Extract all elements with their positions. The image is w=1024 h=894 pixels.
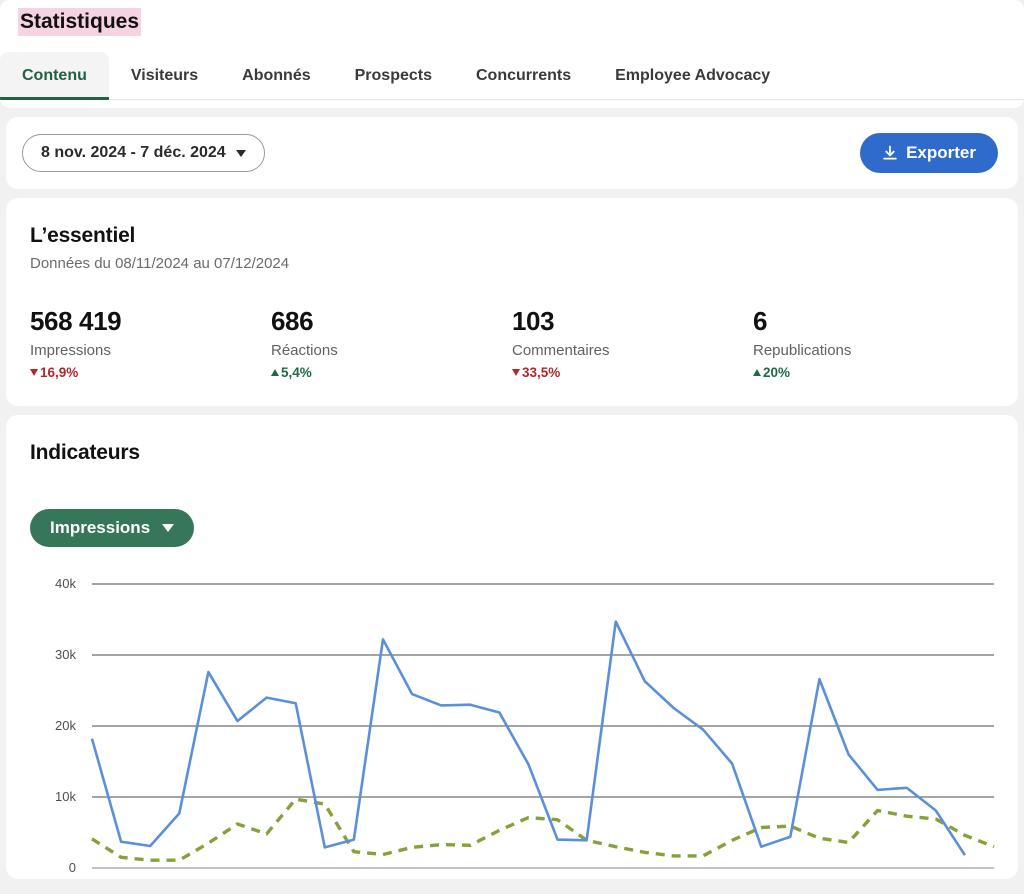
kpi-impressions-label: Impressions <box>30 342 111 359</box>
kpi-impressions: 568 419 Impressions 16,9% <box>30 306 271 380</box>
chart-series-line <box>91 797 995 862</box>
y-axis-tick-label: 0 <box>69 860 76 875</box>
kpi-reactions-delta-value: 5,4% <box>281 365 312 380</box>
page-title: Statistiques <box>18 8 142 37</box>
toolbar-card: 8 nov. 2024 - 7 déc. 2024 Exporter <box>6 117 1018 189</box>
export-button[interactable]: Exporter <box>860 133 998 173</box>
tab-prospects[interactable]: Prospects <box>333 52 454 100</box>
download-icon <box>882 145 898 162</box>
tab-abonnes[interactable]: Abonnés <box>220 52 332 100</box>
essentiel-subtitle: Données du 08/11/2024 au 07/12/2024 <box>30 255 290 272</box>
header-card: Statistiques Contenu Visiteurs Abonnés P… <box>0 0 1024 108</box>
statistics-page: Statistiques Contenu Visiteurs Abonnés P… <box>0 0 1024 894</box>
kpi-commentaires-delta: 33,5% <box>512 365 753 380</box>
kpi-reactions-value: 686 <box>271 306 314 336</box>
tab-abonnes-label: Abonnés <box>242 67 311 85</box>
tab-employee-advocacy[interactable]: Employee Advocacy <box>593 52 792 100</box>
tab-employee-advocacy-label: Employee Advocacy <box>615 67 771 85</box>
triangle-down-icon <box>512 369 520 376</box>
kpi-impressions-value: 568 419 <box>30 306 122 336</box>
y-axis-tick-label: 10k <box>55 789 76 804</box>
kpi-reactions: 686 Réactions 5,4% <box>271 306 512 380</box>
kpi-republications-delta-value: 20% <box>763 365 791 380</box>
tab-visiteurs-label: Visiteurs <box>130 67 199 85</box>
indicateurs-title: Indicateurs <box>30 441 140 464</box>
tab-visiteurs[interactable]: Visiteurs <box>109 52 220 100</box>
indicateurs-card: Indicateurs Impressions 0 10k 20k 30k 40k <box>6 415 1018 879</box>
kpi-impressions-delta: 16,9% <box>30 365 271 380</box>
date-range-picker[interactable]: 8 nov. 2024 - 7 déc. 2024 <box>22 134 265 172</box>
triangle-up-icon <box>271 369 279 376</box>
y-axis-tick-label: 20k <box>55 718 76 733</box>
kpi-republications-delta: 20% <box>753 365 994 380</box>
kpi-commentaires: 103 Commentaires 33,5% <box>512 306 753 380</box>
chevron-down-icon <box>235 149 246 157</box>
kpi-row: 568 419 Impressions 16,9% 686 Réactions … <box>30 306 994 380</box>
y-axis-tick-label: 40k <box>55 576 76 591</box>
kpi-commentaires-value: 103 <box>512 306 555 336</box>
impressions-chart: 0 10k 20k 30k 40k <box>30 576 998 876</box>
triangle-down-icon <box>30 369 38 376</box>
kpi-commentaires-delta-value: 33,5% <box>522 365 561 380</box>
tab-contenu-label: Contenu <box>22 67 87 85</box>
essentiel-title: L’essentiel <box>30 224 136 247</box>
chart-series-line <box>90 620 966 856</box>
kpi-reactions-label: Réactions <box>271 342 338 359</box>
chevron-down-icon <box>162 524 175 532</box>
kpi-commentaires-label: Commentaires <box>512 342 610 359</box>
export-button-label: Exporter <box>906 143 976 162</box>
tab-concurrents-label: Concurrents <box>476 67 572 85</box>
date-range-label: 8 nov. 2024 - 7 déc. 2024 <box>41 144 226 161</box>
kpi-republications: 6 Republications 20% <box>753 306 994 380</box>
tab-contenu[interactable]: Contenu <box>0 52 109 101</box>
triangle-up-icon <box>753 369 761 376</box>
impressions-chart-svg: 0 10k 20k 30k 40k <box>55 576 995 875</box>
tab-bar: Contenu Visiteurs Abonnés Prospects Conc… <box>0 52 1024 101</box>
tab-prospects-label: Prospects <box>354 67 432 85</box>
kpi-republications-label: Republications <box>753 342 852 359</box>
kpi-reactions-delta: 5,4% <box>271 365 512 380</box>
metric-selector-label: Impressions <box>50 518 151 537</box>
kpi-impressions-delta-value: 16,9% <box>40 365 79 380</box>
tab-concurrents[interactable]: Concurrents <box>454 52 593 100</box>
essentiel-card: L’essentiel Données du 08/11/2024 au 07/… <box>6 198 1018 406</box>
kpi-republications-value: 6 <box>753 306 768 336</box>
page-title-wrap: Statistiques <box>0 0 1024 37</box>
metric-selector[interactable]: Impressions <box>30 509 195 547</box>
y-axis-tick-label: 30k <box>55 647 76 662</box>
